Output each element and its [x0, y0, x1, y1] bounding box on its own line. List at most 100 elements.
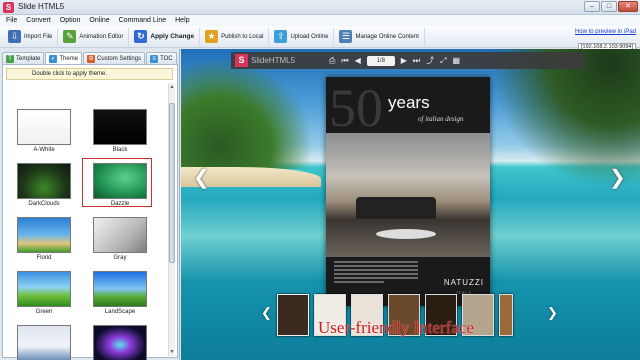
upload-online-button[interactable]: ⇧ Upload Online — [269, 27, 335, 46]
page-number-field[interactable]: 1/8 — [366, 55, 395, 66]
theme-thumb-light[interactable] — [17, 325, 71, 360]
thumb-prev-icon[interactable]: ❮ — [261, 305, 272, 321]
theme-thumb-landscape[interactable] — [93, 271, 147, 307]
theme-label-green: Green — [35, 309, 53, 315]
animation-editor-label: Animation Editor — [79, 33, 124, 40]
first-page-icon[interactable]: ⏮ — [341, 55, 348, 66]
window-controls: – □ ✕ — [584, 1, 638, 12]
book-body-text — [334, 261, 418, 287]
maximize-button[interactable]: □ — [601, 1, 617, 12]
next-arrow-icon[interactable]: ❯ — [609, 165, 626, 190]
import-file-label: Import File — [24, 33, 53, 40]
book-subtitle: of italian design — [418, 115, 464, 123]
last-page-icon[interactable]: ⏭ — [413, 55, 420, 66]
apply-change-label: Apply Change — [150, 33, 195, 40]
share-icon[interactable]: ⤴ — [426, 55, 434, 66]
publish-icon: ★ — [205, 30, 219, 43]
menu-command-line[interactable]: Command Line — [119, 15, 166, 26]
viewer-nav: ⎙ ⏮ ◀ 1/8 ▶ ⏭ ⤴ ⤢ ▦ — [329, 55, 460, 66]
animation-editor-button[interactable]: ✎ Animation Editor — [58, 27, 130, 46]
theme-list-scrollbar[interactable]: ▲ ▼ — [168, 83, 175, 356]
theme-label-gray: Gray — [113, 255, 127, 261]
manage-online-label: Manage Online Content — [355, 33, 419, 40]
fullscreen-icon[interactable]: ⤢ — [440, 55, 446, 66]
book-brand: NATUZZI — [443, 278, 484, 287]
menu-online[interactable]: Online — [89, 15, 109, 26]
theme-thumb-neon[interactable] — [93, 325, 147, 360]
theme-label-a-white: A-White — [33, 147, 55, 153]
publish-local-label: Publish to Local — [221, 33, 264, 40]
menu-option[interactable]: Option — [60, 15, 81, 26]
next-page-icon[interactable]: ▶ — [401, 55, 407, 66]
theme-thumb-gray[interactable] — [93, 217, 147, 253]
page-thumbnail-7[interactable] — [499, 294, 513, 336]
book-table — [376, 229, 436, 239]
book-page[interactable]: 50 years of italian design NATUZZI ITALY — [326, 77, 490, 306]
apply-change-button[interactable]: ↻ Apply Change — [129, 27, 201, 46]
template-icon: T — [6, 54, 14, 63]
prev-page-icon[interactable]: ◀ — [355, 55, 361, 66]
main-toolbar: ⇩ Import File ✎ Animation Editor ↻ Apply… — [0, 26, 640, 51]
thumb-next-icon[interactable]: ❯ — [547, 305, 558, 321]
theme-thumb-black[interactable] — [93, 109, 147, 145]
menu-bar: File Convert Option Online Command Line … — [0, 15, 640, 26]
menu-help[interactable]: Help — [175, 15, 189, 26]
tab-template[interactable]: T Template — [2, 52, 45, 64]
animation-icon: ✎ — [63, 30, 77, 43]
scrollbar-thumb[interactable] — [169, 103, 175, 263]
theme-icon: ◐ — [49, 55, 58, 63]
book-fifty: 50 — [329, 78, 383, 138]
viewer-logo-mark: S — [235, 54, 248, 67]
scroll-up-arrow-icon[interactable]: ▲ — [169, 84, 175, 90]
theme-label-landscape: LandScape — [104, 309, 136, 315]
tab-theme-label: Theme — [59, 56, 79, 62]
viewer-toolbar: S SlideHTML5 ⎙ ⏮ ◀ 1/8 ▶ ⏭ ⤴ ⤢ ▦ — [231, 52, 585, 69]
window-title: Slide HTML5 — [18, 2, 65, 11]
menu-convert[interactable]: Convert — [26, 15, 51, 26]
manage-icon: ☰ — [339, 30, 353, 43]
custom-settings-icon: ⚙ — [87, 54, 96, 63]
theme-thumb-green[interactable] — [17, 271, 71, 307]
menu-file[interactable]: File — [6, 15, 17, 26]
scroll-down-arrow-icon[interactable]: ▼ — [169, 349, 175, 355]
settings-panel: T Template ◐ Theme ⚙ Custom Settings ≡ T… — [0, 49, 180, 360]
theme-thumb-a-white[interactable] — [17, 109, 71, 145]
tab-custom-settings[interactable]: ⚙ Custom Settings — [83, 52, 146, 64]
app-icon: S — [3, 2, 14, 13]
tab-custom-settings-label: Custom Settings — [97, 55, 142, 62]
apply-icon: ↻ — [134, 30, 148, 43]
selected-theme-highlight — [82, 158, 152, 207]
theme-thumb-darkclouds[interactable] — [17, 163, 71, 199]
tab-toc[interactable]: ≡ TOC — [146, 52, 177, 64]
theme-label-florid: Florid — [36, 255, 52, 261]
manage-online-button[interactable]: ☰ Manage Online Content — [334, 27, 425, 46]
ipad-preview-link[interactable]: How to preview in iPad — [575, 29, 636, 35]
minimize-button[interactable]: – — [584, 1, 600, 12]
theme-label-black: Black — [112, 147, 128, 153]
book-sofa — [356, 197, 436, 219]
page-thumbnail-1[interactable] — [277, 294, 309, 336]
theme-label-darkclouds: DarkClouds — [28, 201, 60, 207]
upload-online-label: Upload Online — [290, 33, 329, 40]
publish-local-button[interactable]: ★ Publish to Local — [200, 27, 270, 46]
flipbook-preview: S SlideHTML5 ⎙ ⏮ ◀ 1/8 ▶ ⏭ ⤴ ⤢ ▦ ❮ ❯ 50 … — [181, 49, 640, 360]
viewer-logo-text: SlideHTML5 — [251, 56, 296, 65]
import-file-button[interactable]: ⇩ Import File — [3, 27, 59, 46]
menu-grid-icon[interactable]: ▦ — [453, 55, 461, 66]
import-icon: ⇩ — [8, 30, 21, 43]
feature-caption: User-friendly Interface — [318, 318, 474, 337]
theme-thumb-florid[interactable] — [17, 217, 71, 253]
toc-icon: ≡ — [150, 54, 159, 63]
tab-toc-label: TOC — [160, 55, 173, 62]
prev-arrow-icon[interactable]: ❮ — [193, 165, 210, 190]
close-button[interactable]: ✕ — [618, 1, 638, 12]
app-window: S Slide HTML5 – □ ✕ File Convert Option … — [0, 0, 640, 360]
viewer-logo: S SlideHTML5 — [235, 54, 295, 67]
upload-icon: ⇧ — [274, 30, 288, 43]
palm-tree-left — [181, 59, 311, 169]
theme-list-panel: Double click to apply theme. A-White Bla… — [2, 64, 178, 360]
apply-theme-hint: Double click to apply theme. — [6, 68, 173, 80]
title-bar: S Slide HTML5 – □ ✕ — [0, 0, 640, 15]
print-icon[interactable]: ⎙ — [329, 55, 335, 66]
tab-template-label: Template — [16, 55, 41, 62]
